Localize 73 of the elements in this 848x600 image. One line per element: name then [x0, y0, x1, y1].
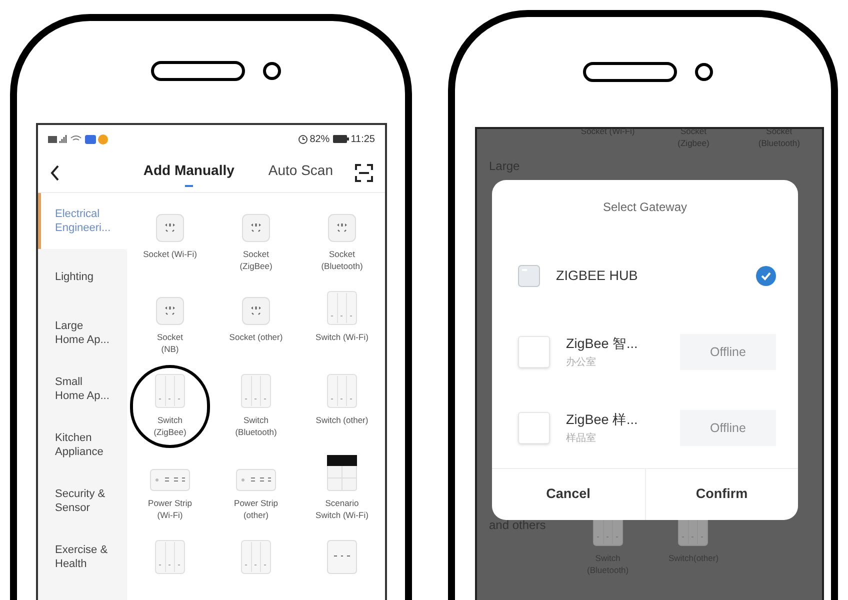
device-thumbnail [518, 336, 550, 368]
device-label: Scenario Switch (Wi-Fi) [316, 497, 368, 521]
scan-icon[interactable] [355, 164, 373, 182]
socket-icon [328, 214, 356, 242]
device-label: Power Strip (other) [234, 497, 278, 521]
scene-panel-icon [327, 455, 357, 491]
gateway-name: ZIGBEE HUB [556, 266, 639, 285]
device-tile[interactable]: Switch (ZigBee) [130, 365, 210, 448]
gateway-name: ZigBee 智... [566, 335, 639, 354]
camera-lens [695, 63, 713, 81]
device-label: Switch (Wi-Fi) [316, 331, 368, 343]
category-item[interactable]: Exercise & Health [38, 529, 127, 585]
dialog-title: Select Gateway [602, 199, 688, 216]
battery-icon [332, 135, 349, 143]
tab[interactable]: Add Manually [143, 158, 234, 186]
clock-time: 11:25 [350, 132, 375, 146]
gateway-room: 办公室 [566, 356, 597, 370]
device-label: Socket (Wi-Fi) [143, 248, 197, 260]
device-label: Switch (ZigBee) [154, 414, 186, 438]
device-label: Socket (Bluetooth) [321, 248, 363, 272]
power-strip-icon [150, 469, 190, 491]
device-tile[interactable]: Switch (Wi-Fi) [302, 282, 382, 365]
device-label: Switch (Bluetooth) [235, 414, 277, 438]
device-tile[interactable]: Power Strip (other) [216, 448, 296, 531]
back-icon[interactable] [50, 164, 60, 180]
socket-icon [156, 214, 184, 242]
wall-switch-icon [327, 374, 357, 408]
gateway-room: 样品室 [566, 432, 597, 446]
category-item[interactable]: Lighting [38, 249, 127, 305]
check-icon [756, 266, 776, 286]
wall-switch-icon [155, 374, 185, 408]
device-label: Socket (other) [229, 331, 283, 343]
device-label: Socket (NB) [157, 331, 183, 355]
gateway-row[interactable]: ZigBee 样... 样品室 Offline [492, 390, 798, 466]
tab[interactable]: Auto Scan [268, 158, 333, 186]
device-label: Switch (other) [316, 414, 368, 426]
device-label: Socket (ZigBee) [240, 248, 272, 272]
battery-percent: 82% [310, 132, 330, 146]
device-tile[interactable]: Socket (Bluetooth) [302, 199, 382, 282]
wall-switch-icon [241, 540, 271, 574]
category-item[interactable]: Security & Sensor [38, 473, 127, 529]
device-tile[interactable]: Scenario Switch (Wi-Fi) [302, 448, 382, 531]
device-tile[interactable]: Socket (ZigBee) [216, 199, 296, 282]
camera-lens [263, 62, 281, 80]
gateway-name: ZigBee 样... [566, 411, 639, 430]
dialog-button[interactable]: Confirm [644, 469, 798, 520]
status-label: Offline [680, 410, 776, 446]
socket-icon [242, 214, 270, 242]
device-tile[interactable]: Socket (Wi-Fi) [130, 199, 210, 282]
device-tile[interactable]: Switch (other) [302, 365, 382, 448]
socket-icon [242, 297, 270, 325]
category-item[interactable]: Large Home Ap... [38, 305, 127, 361]
device-label: Power Strip (Wi-Fi) [148, 497, 192, 521]
wall-switch-icon [155, 540, 185, 574]
device-tile[interactable]: Power Strip (Wi-Fi) [130, 448, 210, 531]
device-tile[interactable]: Switch (Bluetooth) [216, 365, 296, 448]
gateway-row[interactable]: ZIGBEE HUB [492, 238, 798, 314]
power-strip-icon [236, 469, 276, 491]
device-thumbnail [518, 412, 550, 444]
status-icons-drawing [48, 134, 110, 144]
device-tile[interactable]: Socket (NB) [130, 282, 210, 365]
dialog-button[interactable]: Cancel [492, 469, 644, 520]
hub-icon [518, 265, 540, 287]
category-item[interactable]: Kitchen Appliance [38, 417, 127, 473]
switch-panel-icon [327, 540, 357, 574]
socket-icon [156, 297, 184, 325]
status-label: Offline [680, 334, 776, 370]
gateway-row[interactable]: ZigBee 智... 办公室 Offline [492, 314, 798, 390]
wall-switch-icon [241, 374, 271, 408]
alarm-icon [298, 134, 308, 144]
category-item[interactable]: Small Home Ap... [38, 361, 127, 417]
wall-switch-icon [327, 291, 357, 325]
device-tile[interactable]: Socket (other) [216, 282, 296, 365]
